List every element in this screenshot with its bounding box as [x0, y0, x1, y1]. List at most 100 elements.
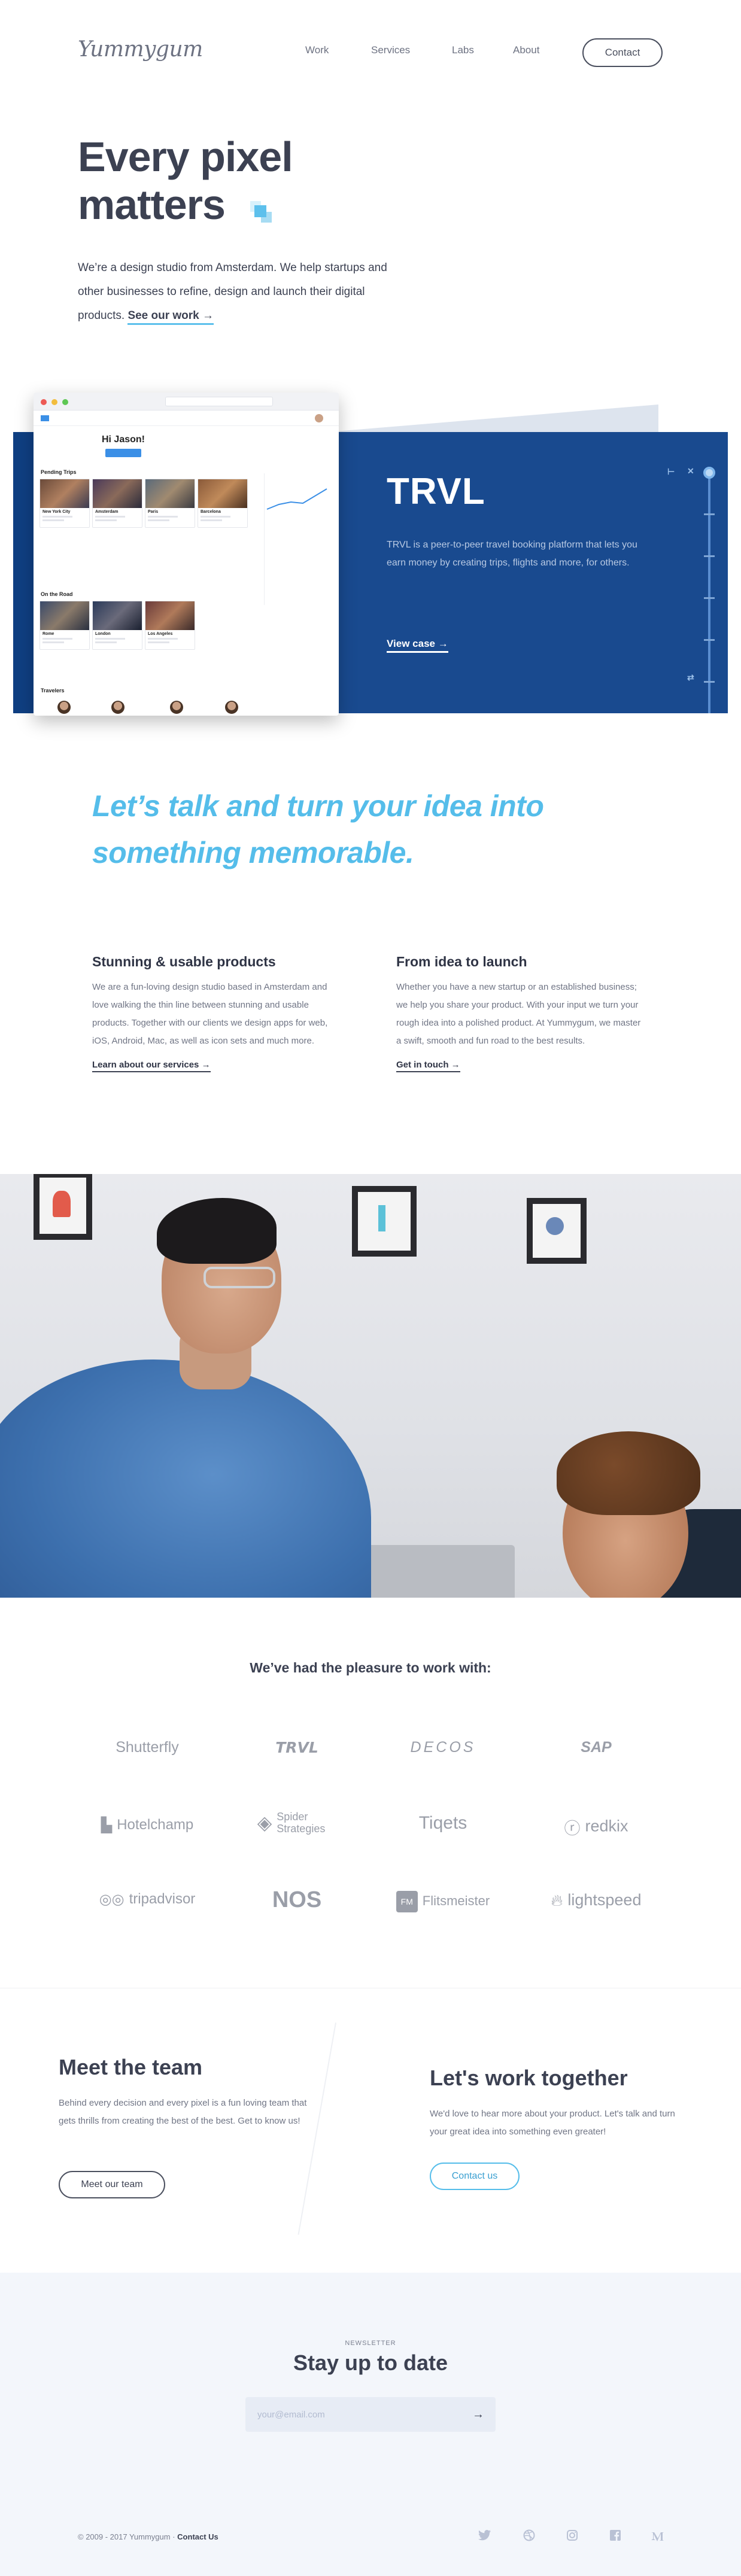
client-name: lightspeed	[567, 1891, 642, 1909]
contact-us-button[interactable]: Contact us	[430, 2163, 520, 2190]
app-nav	[34, 410, 339, 426]
services-title: Stunning & usable products	[92, 954, 276, 969]
instagram-icon[interactable]	[564, 2529, 581, 2545]
client-logo-hotelchamp: ▙ Hotelchamp	[75, 1817, 219, 1834]
view-case-link[interactable]: View case →	[387, 638, 448, 653]
client-logo-tiqets: Tiqets	[418, 1813, 467, 1833]
timeline-tick	[704, 639, 715, 641]
person-glasses	[204, 1267, 275, 1288]
swap-icon[interactable]: ⇄	[687, 673, 694, 683]
app-trip-card: Paris	[145, 479, 195, 528]
trip-card-title: New York City	[42, 510, 71, 514]
timeline-marker-icon: ⊢	[667, 467, 675, 476]
tripadvisor-owl-icon: ◎◎	[99, 1891, 124, 1908]
footer-contact-link[interactable]: Contact Us	[177, 2532, 218, 2541]
timeline-tick	[704, 555, 715, 557]
email-input[interactable]	[245, 2397, 455, 2432]
person-hair	[157, 1198, 277, 1264]
app-cta-button	[105, 449, 141, 457]
launch-column: From idea to launch Whether you have a n…	[396, 954, 648, 1072]
together-text: We'd love to hear more about your produc…	[430, 2109, 675, 2137]
view-case-label: View case	[387, 638, 435, 649]
together-title: Let's work together	[430, 2066, 628, 2090]
facebook-icon[interactable]	[607, 2529, 624, 2545]
client-logo-lightspeed: 🔥︎ lightspeed	[524, 1891, 668, 1911]
nav-item-about[interactable]: About	[513, 44, 539, 56]
client-logo-tripadvisor: ◎◎ tripadvisor	[75, 1891, 219, 1908]
nav-item-labs[interactable]: Labs	[452, 44, 474, 56]
meet-team-button[interactable]: Meet our team	[59, 2171, 165, 2198]
site-header: Yummygum Work Services Labs About Contac…	[0, 0, 741, 108]
arrow-right-icon: →	[202, 309, 214, 322]
get-in-touch-link[interactable]: Get in touch →	[396, 1060, 460, 1072]
traveler-avatar	[225, 701, 238, 714]
trip-card-title: Barcelona	[201, 510, 221, 514]
wall-frame	[34, 1174, 92, 1240]
arrow-right-icon: →	[438, 638, 448, 649]
dribbble-icon[interactable]	[521, 2529, 537, 2545]
app-trip-card: Rome	[40, 601, 90, 650]
trvl-app-screenshot: Hi Jason! Pending Trips New York City Am…	[34, 393, 339, 716]
see-our-work-link[interactable]: See our work →	[127, 309, 214, 325]
client-name: Spider Strategies	[277, 1811, 326, 1835]
timeline-tick	[704, 513, 715, 515]
app-section-road: On the Road	[41, 591, 73, 597]
trip-card-title: Amsterdam	[95, 510, 119, 514]
timeline-tick	[704, 681, 715, 683]
logo[interactable]: Yummygum	[78, 37, 203, 62]
client-name: Hotelchamp	[117, 1817, 194, 1833]
hero-title-line1: Every pixel	[78, 133, 293, 180]
app-avatar-icon	[315, 414, 323, 422]
talk-headline: Let’s talk and turn your idea into somet…	[92, 783, 544, 876]
hotelchamp-icon: ▙	[101, 1817, 113, 1834]
trip-card-title: Paris	[148, 510, 159, 514]
app-trip-card: Barcelona	[198, 479, 248, 528]
learn-services-label: Learn about our services	[92, 1060, 199, 1070]
timeline-rail	[708, 473, 710, 713]
traveler-avatar	[170, 701, 183, 714]
app-trip-card: London	[92, 601, 142, 650]
app-line-chart	[266, 488, 327, 510]
close-dot-icon	[41, 399, 47, 405]
app-section-pending: Pending Trips	[41, 469, 77, 475]
team-text: Behind every decision and every pixel is…	[59, 2098, 307, 2126]
lightspeed-flame-icon: 🔥︎	[551, 1891, 563, 1909]
client-logo-decos: DECOS	[410, 1739, 476, 1756]
person-hair	[557, 1431, 700, 1515]
person-shirt	[0, 1360, 371, 1598]
address-bar	[165, 397, 273, 406]
newsletter-form: →	[245, 2397, 496, 2432]
trip-card-title: London	[95, 632, 111, 636]
nav-item-services[interactable]: Services	[371, 44, 410, 56]
medium-icon[interactable]	[649, 2529, 666, 2545]
traveler-avatar	[57, 701, 71, 714]
nav-item-work[interactable]: Work	[305, 44, 329, 56]
talk-line2: something memorable.	[92, 836, 414, 869]
timeline-tick	[704, 597, 715, 599]
case-accent-shape	[299, 405, 658, 434]
trip-card-title: Rome	[42, 632, 54, 636]
see-our-work-label: See our work	[127, 309, 199, 322]
client-logo-flitsmeister: FM Flitsmeister	[371, 1891, 515, 1912]
arrow-right-icon: →	[451, 1060, 460, 1070]
client-logo-trvl: TRVL	[275, 1739, 318, 1756]
hero-intro: We’re a design studio from Amsterdam. We…	[78, 256, 413, 328]
app-trip-card: Amsterdam	[92, 479, 142, 528]
contact-button[interactable]: Contact	[582, 38, 663, 67]
hero-text: We’re a design studio from Amsterdam. We…	[78, 261, 387, 322]
newsletter-section: NEWSLETTER Stay up to date → © 2009 - 20…	[0, 2273, 741, 2576]
newsletter-title: Stay up to date	[293, 2350, 448, 2375]
learn-services-link[interactable]: Learn about our services →	[92, 1060, 211, 1072]
app-trip-card: New York City	[40, 479, 90, 528]
launch-title: From idea to launch	[396, 954, 527, 969]
case-title: TRVL	[387, 471, 485, 512]
submit-arrow-icon[interactable]: →	[469, 2405, 487, 2423]
team-photo	[0, 1174, 741, 1598]
client-logo-shutterfly: Shutterfly	[116, 1739, 179, 1756]
close-icon[interactable]: ✕	[687, 466, 694, 476]
clients-title: We’ve had the pleasure to work with:	[250, 1660, 491, 1675]
client-name: redkix	[585, 1817, 628, 1835]
twitter-icon[interactable]	[476, 2529, 493, 2545]
app-trip-card: Los Angeles	[145, 601, 195, 650]
app-greeting: Hi Jason!	[101, 434, 145, 445]
